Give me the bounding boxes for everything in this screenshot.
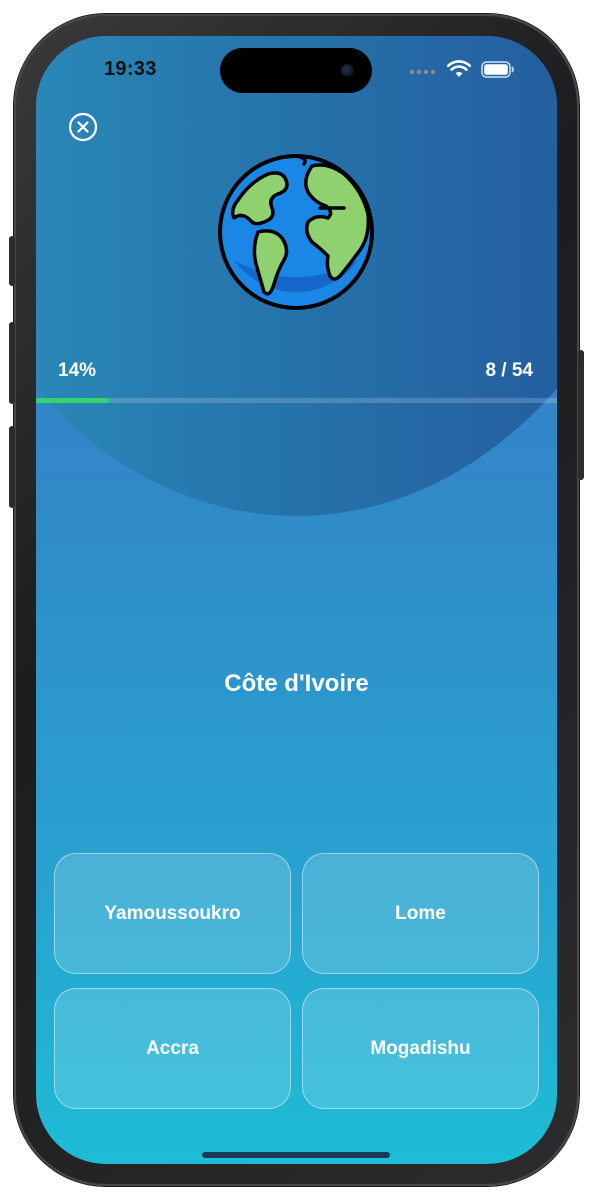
answer-button-3[interactable]: Accra: [54, 988, 291, 1109]
action-button: [9, 236, 15, 286]
volume-up-button: [9, 322, 15, 404]
app-screen: 19:33 14% 8 / 54 Côte d'Ivoire Yamoussou…: [36, 36, 557, 1164]
status-icons: [409, 60, 515, 83]
progress-fill: [36, 398, 109, 403]
dynamic-island: [220, 48, 372, 93]
power-button: [578, 350, 584, 480]
progress-bar: [36, 398, 557, 403]
home-indicator[interactable]: [202, 1152, 390, 1158]
answer-button-2[interactable]: Lome: [302, 853, 539, 974]
progress-percent: 14%: [58, 360, 97, 381]
close-circle-icon: [68, 112, 98, 142]
answer-button-1[interactable]: Yamoussoukro: [54, 853, 291, 974]
progress-count: 8 / 54: [485, 360, 533, 381]
close-button[interactable]: [68, 112, 98, 142]
signal-icon: [409, 63, 437, 81]
battery-icon: [481, 60, 515, 83]
answer-button-4[interactable]: Mogadishu: [302, 988, 539, 1109]
answer-grid: Yamoussoukro Lome Accra Mogadishu: [54, 853, 539, 1109]
volume-down-button: [9, 426, 15, 508]
globe-icon: [216, 152, 376, 312]
status-time: 19:33: [104, 58, 157, 80]
question-country: Côte d'Ivoire: [224, 670, 369, 697]
wifi-icon: [446, 60, 472, 83]
front-camera: [341, 64, 354, 77]
